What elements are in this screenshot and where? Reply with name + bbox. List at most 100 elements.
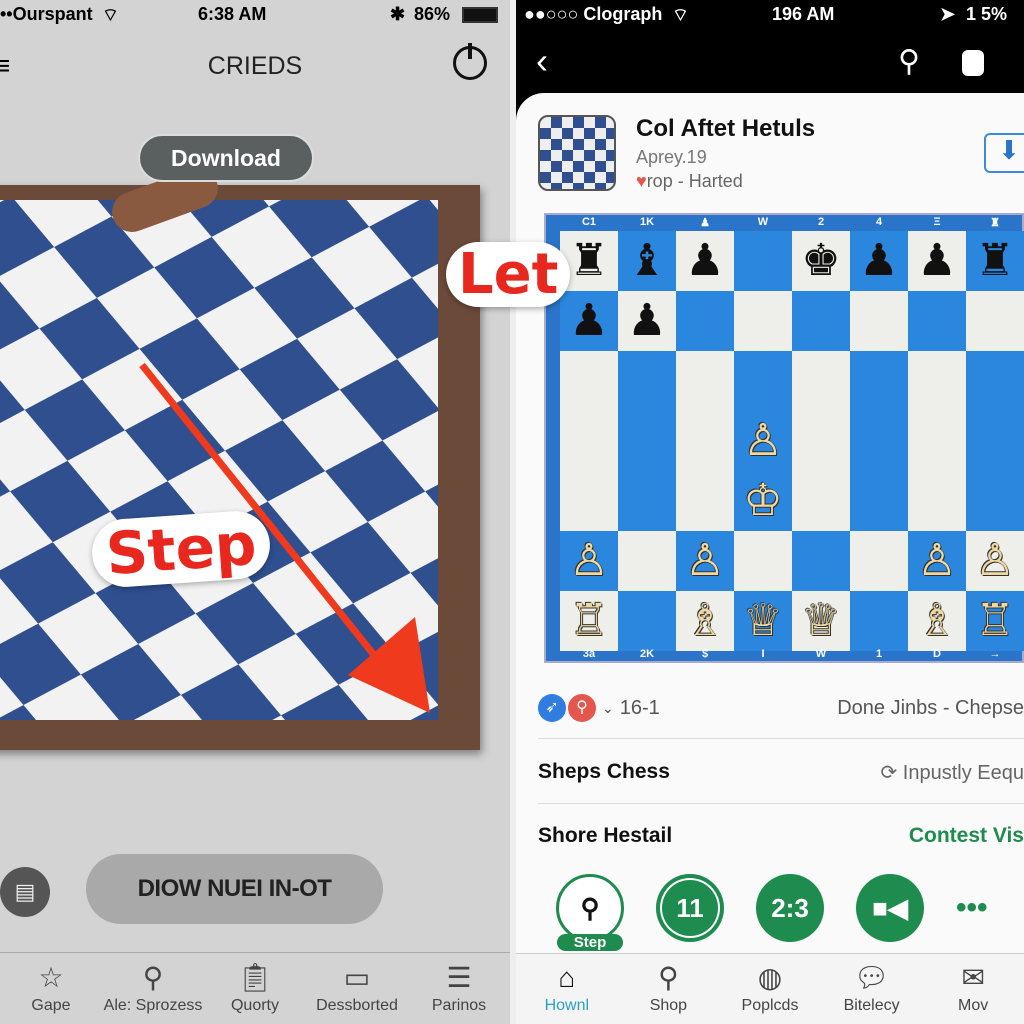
chat-button[interactable]: ▤ — [0, 867, 50, 917]
board-square[interactable] — [618, 351, 676, 411]
chess-piece[interactable]: ♔ — [743, 479, 782, 523]
tab-poplcds[interactable]: ◍ Poplcds — [719, 954, 821, 1024]
board-square[interactable]: ♟ — [618, 291, 676, 351]
board-square[interactable] — [560, 351, 618, 411]
chess-piece[interactable]: ♗ — [917, 599, 956, 643]
list-item[interactable]: Sheps Chess ⟳ Inpustly Eequ — [538, 757, 1024, 787]
board-square[interactable]: ♟ — [676, 231, 734, 291]
board-square[interactable] — [966, 471, 1024, 531]
tab-mov[interactable]: ✉ Mov — [922, 954, 1024, 1024]
board-square[interactable] — [850, 591, 908, 651]
chess-piece[interactable]: ♖ — [569, 599, 608, 643]
power-icon[interactable] — [453, 43, 487, 80]
board-square[interactable] — [792, 351, 850, 411]
more-icon[interactable]: ••• — [956, 891, 988, 925]
tab-sprozess[interactable]: ⚲ Ale: Sprozess — [102, 953, 204, 1024]
board-square[interactable]: ♗ — [908, 591, 966, 651]
chess-piece[interactable]: ♙ — [743, 419, 782, 463]
board-square[interactable]: ♙ — [676, 531, 734, 591]
board-square[interactable] — [618, 411, 676, 471]
tab-gape[interactable]: ☆ Gape — [0, 953, 102, 1024]
download-button[interactable]: ⬇ — [984, 133, 1024, 173]
board-square[interactable] — [908, 471, 966, 531]
step-button[interactable]: ⚲ Step — [556, 874, 624, 951]
board-square[interactable] — [734, 351, 792, 411]
tab-shop[interactable]: ⚲ Shop — [618, 954, 720, 1024]
tab-quorty[interactable]: 📋︎ Quorty — [204, 953, 306, 1024]
board-square[interactable] — [908, 411, 966, 471]
board-square[interactable]: ♖ — [966, 591, 1024, 651]
board-square[interactable] — [676, 411, 734, 471]
chess-piece[interactable]: ♗ — [685, 599, 724, 643]
board-square[interactable] — [966, 411, 1024, 471]
board-square[interactable]: ♖ — [560, 591, 618, 651]
board-square[interactable] — [792, 291, 850, 351]
board-square[interactable] — [618, 531, 676, 591]
board-square[interactable]: ♗ — [676, 591, 734, 651]
board-square[interactable] — [908, 351, 966, 411]
chess-piece[interactable]: ♟ — [627, 299, 666, 343]
board-square[interactable]: ♕ — [792, 591, 850, 651]
tab-bitelecy[interactable]: 💬︎ Bitelecy — [821, 954, 923, 1024]
chess-piece[interactable]: ♙ — [917, 539, 956, 583]
board-square[interactable] — [850, 471, 908, 531]
board-square[interactable] — [966, 351, 1024, 411]
chess-piece[interactable]: ♖ — [975, 599, 1014, 643]
board-square[interactable] — [618, 591, 676, 651]
board-square[interactable] — [676, 351, 734, 411]
board-square[interactable]: ♙ — [908, 531, 966, 591]
board-square[interactable]: ♙ — [966, 531, 1024, 591]
board-square[interactable] — [676, 471, 734, 531]
board-square[interactable]: ♟ — [908, 231, 966, 291]
board-square[interactable] — [676, 291, 734, 351]
board-square[interactable] — [618, 471, 676, 531]
board-square[interactable] — [560, 471, 618, 531]
chess-piece[interactable]: ♜ — [569, 239, 608, 283]
video-button[interactable]: ■◀ — [856, 874, 924, 942]
chess-piece[interactable]: ♙ — [685, 539, 724, 583]
contest-link[interactable]: Contest Vis — [909, 824, 1024, 848]
board-square[interactable] — [792, 411, 850, 471]
chess-piece[interactable]: ♕ — [743, 599, 782, 643]
board-square[interactable] — [966, 291, 1024, 351]
board-square[interactable] — [792, 471, 850, 531]
search-icon[interactable]: ⚲ — [898, 44, 920, 79]
board-square[interactable] — [850, 291, 908, 351]
board-square[interactable] — [792, 531, 850, 591]
board-square[interactable] — [560, 411, 618, 471]
chess-piece[interactable]: ♚ — [801, 239, 840, 283]
count-button[interactable]: 11 — [656, 874, 724, 942]
chess-piece[interactable]: ♕ — [801, 599, 840, 643]
board-square[interactable]: ♝ — [618, 231, 676, 291]
back-icon[interactable]: ‹ — [536, 40, 548, 82]
chess-piece[interactable]: ♟ — [569, 299, 608, 343]
board-square[interactable]: ♔ — [734, 471, 792, 531]
board-square[interactable] — [850, 351, 908, 411]
board-square[interactable] — [734, 231, 792, 291]
board-square[interactable]: ♙ — [560, 531, 618, 591]
board-square[interactable]: ♙ — [734, 411, 792, 471]
download-button[interactable]: Download — [138, 134, 314, 182]
board-square[interactable]: ♟ — [850, 231, 908, 291]
chess-piece[interactable]: ♟ — [859, 239, 898, 283]
chevron-down-icon[interactable]: ⌄ — [602, 700, 614, 717]
board-square[interactable] — [850, 411, 908, 471]
tab-home[interactable]: ⌂ Hownl — [516, 954, 618, 1024]
chess-piece[interactable]: ♙ — [569, 539, 608, 583]
chess-piece[interactable]: ♟ — [685, 239, 724, 283]
tab-parinos[interactable]: ☰ Parinos — [408, 953, 510, 1024]
primary-action-button[interactable]: DIOW NUEI IN-OT — [86, 854, 383, 924]
tab-dessborted[interactable]: ▭ Dessborted — [306, 953, 408, 1024]
board-square[interactable]: ♟ — [560, 291, 618, 351]
chess-piece[interactable]: ♝ — [627, 239, 666, 283]
chess-piece[interactable]: ♜ — [975, 239, 1014, 283]
board-square[interactable]: ♕ — [734, 591, 792, 651]
board-square[interactable]: ♜ — [966, 231, 1024, 291]
chess-board[interactable]: C1 1K ♟ W 2 4 Ξ ♜ ♜ ♝ ♟ ♚ ♟ ♟ ♜ ♟ ♟ ♙ ♔ ♙ ♙ ♙ ♙ ♖ ♗ ♕ ♕ ♗ ♖ 3a 2K $ I W… — [544, 213, 1024, 663]
chess-piece[interactable]: ♙ — [975, 539, 1014, 583]
chess-piece[interactable]: ♟ — [917, 239, 956, 283]
shield-icon[interactable] — [962, 50, 984, 76]
board-square[interactable] — [908, 291, 966, 351]
board-square[interactable] — [850, 531, 908, 591]
board-square[interactable]: ♚ — [792, 231, 850, 291]
